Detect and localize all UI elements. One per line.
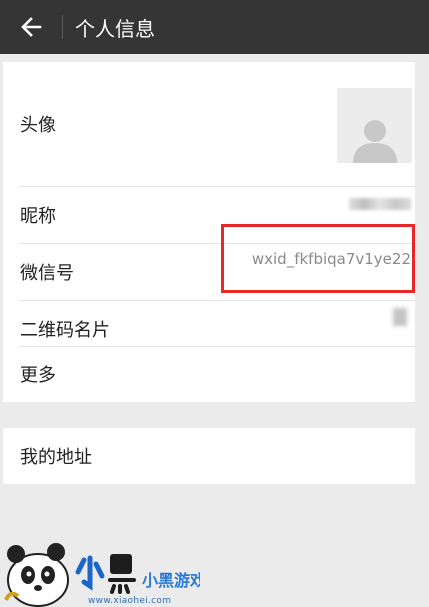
panda-logo-icon: 小黑游戏 [4, 543, 206, 607]
toolbar-divider [62, 15, 63, 39]
more-label: 更多 [20, 365, 56, 386]
wechat-id-label: 微信号 [20, 262, 74, 284]
back-button[interactable] [0, 0, 62, 54]
watermark-url: www.xiaohei.com [88, 596, 172, 606]
nickname-label: 昵称 [20, 205, 56, 227]
site-watermark: 小黑游戏 www.xiaohei.com [0, 520, 206, 607]
avatar-label: 头像 [20, 115, 56, 136]
row-more[interactable]: 更多 [3, 346, 415, 402]
qr-code-label: 二维码名片 [20, 319, 110, 341]
qr-code-icon [393, 308, 407, 326]
arrow-left-icon [21, 17, 42, 37]
wechat-id-highlight-box [221, 224, 415, 293]
watermark-logo-text: 小黑游戏 [142, 571, 200, 590]
nickname-value-blurred [349, 198, 411, 210]
top-app-bar: 个人信息 [0, 0, 429, 54]
address-section: 我的地址 [3, 428, 415, 484]
page-title: 个人信息 [75, 16, 155, 41]
row-my-address[interactable]: 我的地址 [3, 428, 415, 484]
avatar[interactable] [337, 88, 412, 163]
my-address-label: 我的地址 [20, 447, 92, 468]
default-avatar-icon [352, 120, 397, 163]
